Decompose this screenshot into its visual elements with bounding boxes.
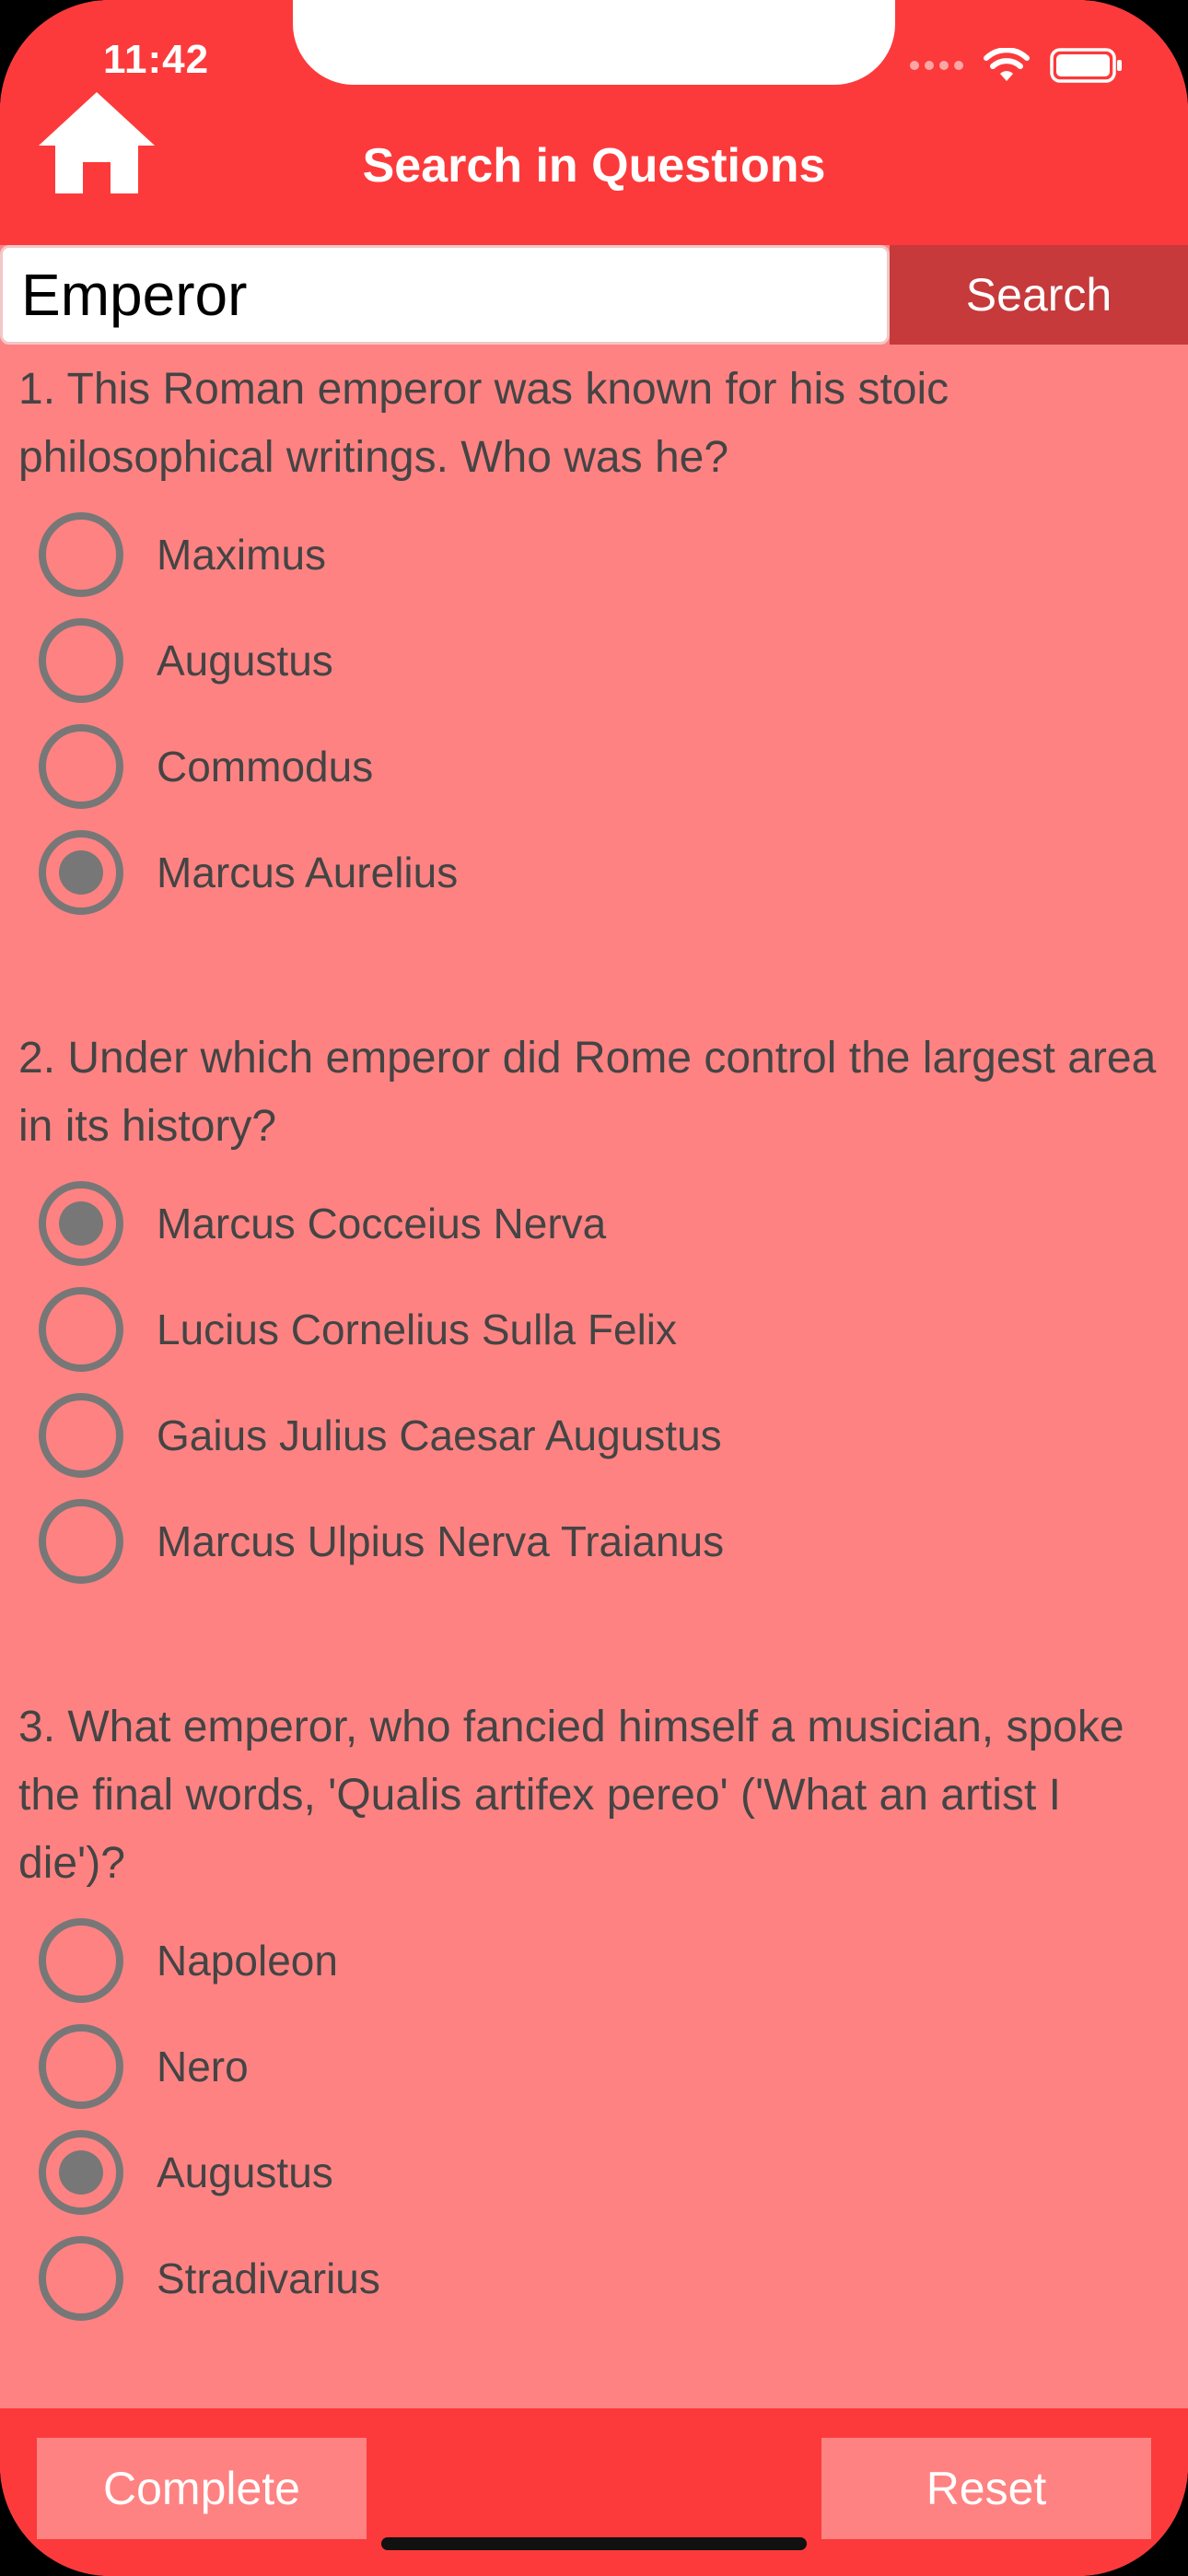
radio-button[interactable] — [39, 1498, 123, 1584]
status-icons — [910, 44, 1124, 87]
wifi-icon — [984, 48, 1030, 81]
reset-button[interactable]: Reset — [821, 2438, 1151, 2539]
radio-button[interactable] — [39, 1286, 123, 1372]
radio-button[interactable] — [39, 723, 123, 809]
answer-option[interactable]: Augustus — [18, 607, 1170, 713]
answer-label: Marcus Ulpius Nerva Traianus — [157, 1516, 725, 1565]
search-input[interactable] — [0, 245, 890, 345]
question-item: 1. This Roman emperor was known for his … — [18, 356, 1170, 925]
radio-button[interactable] — [39, 2235, 123, 2321]
answer-label: Nero — [157, 2042, 249, 2090]
home-indicator[interactable] — [381, 2537, 807, 2550]
answer-option[interactable]: Marcus Aurelius — [18, 819, 1170, 925]
status-time: 11:42 — [103, 37, 210, 82]
answer-option[interactable]: Nero — [18, 2013, 1170, 2119]
answer-label: Gaius Julius Caesar Augustus — [157, 1411, 722, 1459]
radio-button[interactable] — [39, 1392, 123, 1478]
question-item: 2. Under which emperor did Rome control … — [18, 1025, 1170, 1594]
radio-button[interactable] — [39, 1917, 123, 2003]
answer-label: Marcus Aurelius — [157, 848, 459, 896]
answer-option[interactable]: Maximus — [18, 501, 1170, 607]
answer-option[interactable]: Napoleon — [18, 1907, 1170, 2013]
app-screen: 11:42 Search in Questions Search — [0, 0, 1188, 2576]
radio-button[interactable] — [39, 511, 123, 597]
answer-label: Napoleon — [157, 1936, 338, 1985]
answer-label: Lucius Cornelius Sulla Felix — [157, 1305, 678, 1353]
cellular-signal-icon — [910, 61, 963, 70]
radio-button-selected[interactable] — [39, 1180, 123, 1266]
battery-icon — [1050, 48, 1122, 83]
answer-option[interactable]: Commodus — [18, 713, 1170, 819]
search-button[interactable]: Search — [890, 245, 1188, 345]
answer-option[interactable]: Gaius Julius Caesar Augustus — [18, 1382, 1170, 1488]
question-list: 1. This Roman emperor was known for his … — [0, 345, 1188, 2408]
header-bar: 11:42 Search in Questions — [0, 0, 1188, 245]
footer-bar: Complete Reset — [0, 2408, 1188, 2576]
radio-button-selected[interactable] — [39, 2129, 123, 2215]
answer-label: Augustus — [157, 2148, 333, 2196]
answer-label: Augustus — [157, 636, 333, 685]
answer-option[interactable]: Augustus — [18, 2119, 1170, 2225]
answer-option[interactable]: Marcus Ulpius Nerva Traianus — [18, 1488, 1170, 1594]
question-item: 3. What emperor, who fancied himself a m… — [18, 1693, 1170, 2331]
answer-option[interactable]: Lucius Cornelius Sulla Felix — [18, 1276, 1170, 1382]
radio-button[interactable] — [39, 617, 123, 703]
question-text: 1. This Roman emperor was known for his … — [18, 365, 949, 482]
answer-label: Maximus — [157, 530, 327, 579]
answer-label: Commodus — [157, 742, 374, 790]
search-bar: Search — [0, 245, 1188, 345]
answer-label: Stradivarius — [157, 2254, 380, 2302]
question-text: 3. What emperor, who fancied himself a m… — [18, 1703, 1124, 1888]
page-title: Search in Questions — [362, 139, 826, 193]
radio-button-selected[interactable] — [39, 829, 123, 915]
answer-option[interactable]: Stradivarius — [18, 2225, 1170, 2331]
device-notch — [293, 0, 895, 85]
complete-button[interactable]: Complete — [37, 2438, 367, 2539]
answer-option[interactable]: Marcus Cocceius Nerva — [18, 1170, 1170, 1276]
answer-label: Marcus Cocceius Nerva — [157, 1199, 607, 1247]
radio-button[interactable] — [39, 2023, 123, 2109]
question-text: 2. Under which emperor did Rome control … — [18, 1034, 1157, 1151]
